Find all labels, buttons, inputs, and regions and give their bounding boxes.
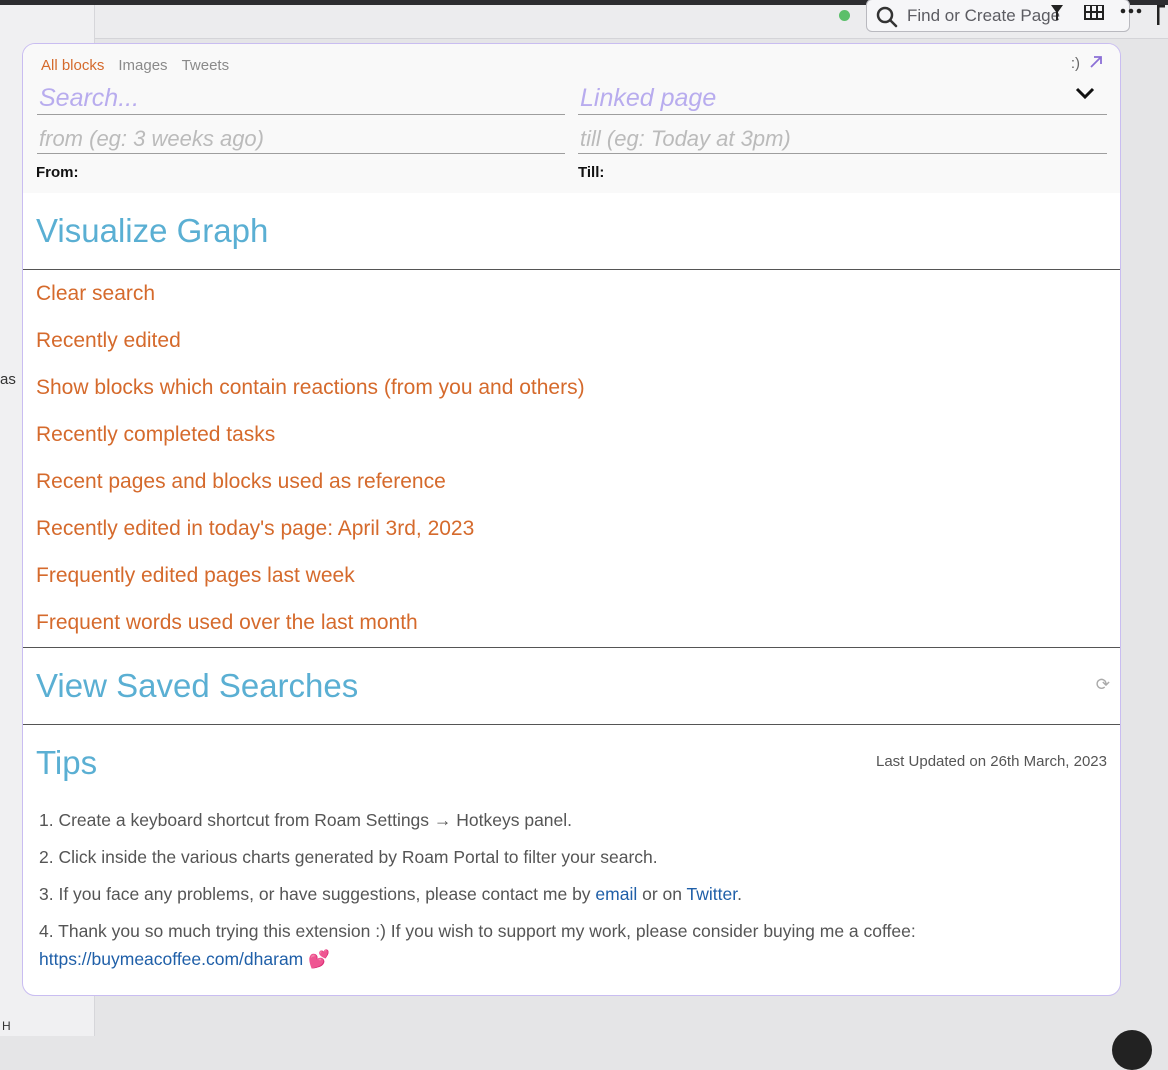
search-area: All blocks Images Tweets :) From: Till:: [23, 44, 1120, 193]
tip-item: 1. Create a keyboard shortcut from Roam …: [39, 806, 1099, 834]
hearts-icon: 💕: [308, 949, 330, 969]
sidebar-toggle-icon[interactable]: [1157, 5, 1165, 25]
refresh-icon[interactable]: ⟳: [1096, 675, 1110, 695]
from-date-input[interactable]: [37, 124, 565, 153]
from-date-field: [37, 124, 565, 154]
tip-item: 3. If you face any problems, or have sug…: [39, 880, 1099, 908]
more-options-icon[interactable]: [1120, 5, 1142, 19]
tip-text: 1. Create a keyboard shortcut from Roam …: [39, 810, 573, 830]
find-page-placeholder: Find or Create Page: [907, 6, 1061, 25]
tips-list: 1. Create a keyboard shortcut from Roam …: [39, 806, 1099, 982]
till-date-field: [578, 124, 1107, 154]
query-references[interactable]: Recent pages and blocks used as referenc…: [36, 466, 585, 513]
search-icon: [876, 6, 898, 28]
till-label: Till:: [578, 164, 605, 181]
search-field: [37, 82, 565, 115]
linked-page-field: [578, 82, 1107, 115]
tips-title: Tips: [36, 744, 98, 781]
view-saved-searches-title[interactable]: View Saved Searches: [36, 667, 358, 705]
sidebar-bottom-fragment: H: [2, 1019, 11, 1033]
tip-text: or on: [637, 884, 687, 904]
till-date-input[interactable]: [578, 124, 1107, 153]
twitter-link[interactable]: Twitter: [687, 884, 738, 904]
help-button[interactable]: [1112, 1030, 1152, 1070]
tip-item: 4. Thank you so much trying this extensi…: [39, 917, 1099, 973]
tip-text: 2. Click inside the various charts gener…: [39, 847, 658, 867]
tip-text: 3. If you face any problems, or have sug…: [39, 884, 596, 904]
from-label: From:: [36, 164, 79, 181]
tab-tweets[interactable]: Tweets: [182, 57, 230, 74]
linked-page-input[interactable]: [578, 82, 1107, 114]
tab-images[interactable]: Images: [118, 57, 167, 74]
chevron-down-icon[interactable]: [1075, 86, 1095, 100]
smiley-button[interactable]: :): [1071, 55, 1080, 72]
expand-arrow-icon[interactable]: [1089, 55, 1103, 69]
last-updated-text: Last Updated on 26th March, 2023: [876, 753, 1107, 770]
quick-queries-list: Clear search Recently edited Show blocks…: [36, 278, 585, 654]
filter-icon[interactable]: [1049, 5, 1065, 21]
sync-status-dot: [839, 10, 850, 21]
visualize-graph-title[interactable]: Visualize Graph: [36, 212, 268, 250]
buymeacoffee-link[interactable]: https://buymeacoffee.com/dharam: [39, 949, 303, 969]
tab-all-blocks[interactable]: All blocks: [41, 57, 104, 74]
query-reactions[interactable]: Show blocks which contain reactions (fro…: [36, 372, 585, 419]
query-frequent-pages[interactable]: Frequently edited pages last week: [36, 560, 585, 607]
query-clear-search[interactable]: Clear search: [36, 278, 585, 325]
tip-text: 4. Thank you so much trying this extensi…: [39, 921, 916, 941]
sidebar-text-fragment: as: [0, 371, 16, 388]
table-icon[interactable]: [1084, 5, 1104, 21]
app-topbar: Find or Create Page: [95, 0, 1168, 39]
divider: [23, 269, 1120, 270]
roam-portal-panel: All blocks Images Tweets :) From: Till: …: [22, 43, 1121, 996]
search-input[interactable]: [37, 82, 565, 114]
divider: [23, 647, 1120, 648]
tip-item: 2. Click inside the various charts gener…: [39, 843, 1099, 871]
query-recently-edited[interactable]: Recently edited: [36, 325, 585, 372]
email-link[interactable]: email: [595, 884, 637, 904]
divider: [23, 724, 1120, 725]
block-type-tabs: All blocks Images Tweets: [41, 57, 229, 74]
query-completed-tasks[interactable]: Recently completed tasks: [36, 419, 585, 466]
query-todays-page[interactable]: Recently edited in today's page: April 3…: [36, 513, 585, 560]
tip-text: .: [737, 884, 742, 904]
